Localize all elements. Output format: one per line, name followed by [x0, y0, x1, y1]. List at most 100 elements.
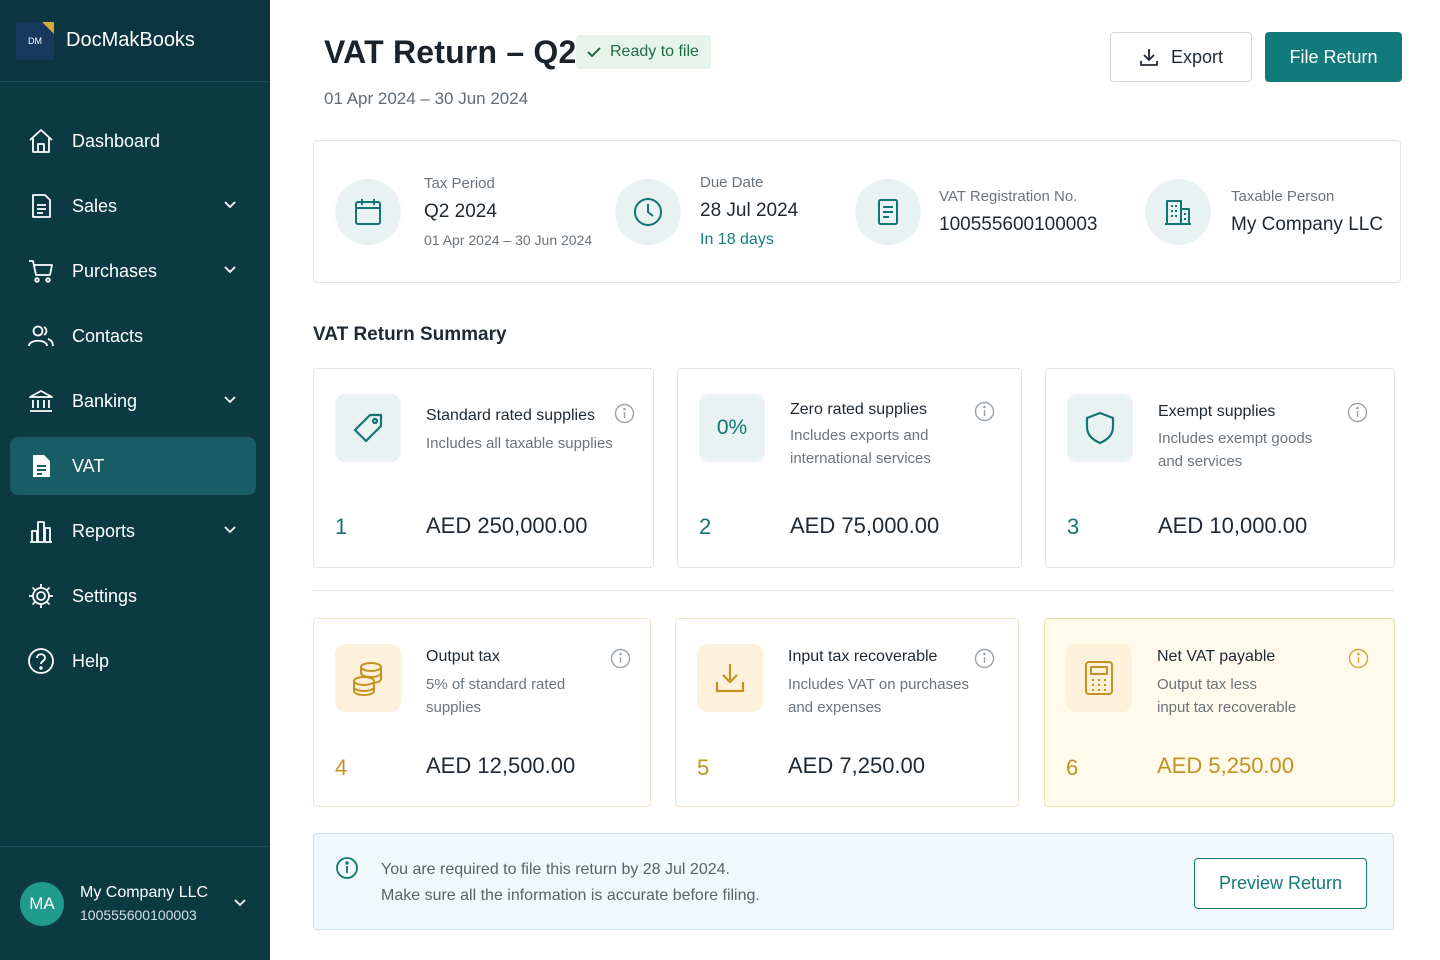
card-amount: 5,250.00 [1208, 753, 1295, 778]
brand[interactable]: DM DocMakBooks [0, 0, 270, 82]
users-icon [26, 321, 56, 351]
sidebar-nav: Dashboard Sales Purchases Contacts Banki… [0, 112, 270, 690]
sidebar-item-settings[interactable]: Settings [10, 567, 256, 625]
page-title: VAT Return – Q2 [324, 34, 577, 70]
card-description-line1: Includes VAT on purchases [788, 676, 969, 693]
chevron-down-icon[interactable] [232, 895, 248, 911]
shield-icon [1067, 394, 1133, 462]
filing-notice: You are required to file this return by … [313, 833, 1394, 930]
export-label: Export [1170, 46, 1224, 67]
sidebar-item-label: VAT [72, 455, 105, 476]
main-content: VAT Return – Q2 Ready to file 01 Apr 202… [270, 0, 1440, 960]
sidebar-item-purchases[interactable]: Purchases [10, 242, 256, 300]
card-amount: 75,000.00 [841, 513, 940, 538]
taxable-person-value: My Company LLC [1231, 213, 1384, 235]
user-profile[interactable]: MA My Company LLC 100555600100003 [0, 846, 270, 960]
card-description-line1: Includes exports and [790, 427, 929, 444]
card-description: Includes all taxable supplies [426, 435, 613, 452]
card-currency: AED [426, 753, 472, 778]
card-title: Exempt supplies [1158, 403, 1276, 420]
sidebar-item-label: Settings [72, 585, 138, 606]
sidebar-item-label: Sales [72, 195, 118, 216]
sidebar-item-label: Help [72, 650, 110, 671]
taxable-person-info: Taxable Person My Company LLC [1145, 141, 1383, 282]
sidebar-item-vat[interactable]: VAT [10, 437, 256, 495]
sidebar-item-label: Reports [72, 520, 136, 541]
document-icon [26, 191, 56, 221]
summary-card-input-tax[interactable]: Input tax recoverable Includes VAT on pu… [675, 618, 1019, 807]
tax-period-label: Tax Period [424, 175, 495, 192]
chevron-down-icon[interactable] [222, 262, 238, 278]
sidebar-item-banking[interactable]: Banking [10, 372, 256, 430]
card-number: 6 [1066, 755, 1079, 780]
due-date-remaining: In 18 days [700, 231, 774, 248]
summary-card-exempt[interactable]: Exempt supplies Includes exempt goods and… [1045, 368, 1395, 568]
card-amount: 250,000.00 [477, 513, 588, 538]
card-amount: 7,250.00 [839, 753, 926, 778]
info-icon[interactable] [1347, 402, 1368, 423]
card-description-line2: and services [1158, 453, 1243, 470]
card-description-line1: 5% of standard rated [426, 676, 566, 693]
brand-logo: DM [16, 21, 54, 60]
card-number: 1 [335, 514, 348, 539]
summary-card-output-tax[interactable]: Output tax 5% of standard rated supplies … [313, 618, 651, 807]
summary-card-net-vat[interactable]: Net VAT payable Output tax less input tax… [1044, 618, 1395, 807]
file-return-button[interactable]: File Return [1265, 32, 1402, 82]
card-description-line2: and expenses [788, 699, 882, 716]
card-title: Zero rated supplies [790, 401, 927, 418]
chevron-down-icon[interactable] [222, 522, 238, 538]
page-period: 01 Apr 2024 – 30 Jun 2024 [324, 89, 529, 108]
preview-return-button[interactable]: Preview Return [1194, 858, 1367, 909]
card-description: Includes exempt goods and services [1158, 427, 1312, 473]
notice-line1: You are required to file this return by … [381, 861, 730, 878]
building-icon [1145, 178, 1211, 245]
sidebar-item-reports[interactable]: Reports [10, 502, 256, 560]
sidebar-item-dashboard[interactable]: Dashboard [10, 112, 256, 170]
tag-icon [335, 394, 401, 462]
card-description: Includes exports and international servic… [790, 424, 931, 470]
sidebar-item-sales[interactable]: Sales [10, 177, 256, 235]
status-badge: Ready to file [576, 35, 711, 69]
sidebar-item-contacts[interactable]: Contacts [10, 307, 256, 365]
sidebar-item-help[interactable]: Help [10, 632, 256, 690]
card-amount: 12,500.00 [477, 753, 576, 778]
card-description: 5% of standard rated supplies [426, 673, 565, 719]
calculator-icon [1066, 644, 1132, 712]
brand-logo-text: DM [28, 35, 42, 46]
card-currency: AED [1157, 753, 1203, 778]
export-button[interactable]: Export [1110, 32, 1252, 82]
summary-card-standard[interactable]: Standard rated supplies Includes all tax… [313, 368, 654, 568]
avatar: MA [20, 881, 64, 926]
check-icon [587, 47, 601, 58]
sidebar-item-label: Banking [72, 390, 138, 411]
vat-registration-info: VAT Registration No. 100555600100003 [855, 141, 1098, 282]
card-description-line1: Output tax less [1157, 676, 1258, 693]
card-number: 2 [699, 514, 712, 539]
card-number: 3 [1067, 514, 1080, 539]
card-amount: 10,000.00 [1209, 513, 1308, 538]
chevron-down-icon[interactable] [222, 392, 238, 408]
sidebar-item-label: Dashboard [72, 130, 161, 151]
chevron-down-icon[interactable] [222, 197, 238, 213]
info-icon[interactable] [974, 401, 995, 422]
coins-icon [335, 644, 401, 712]
tax-period-info: Tax Period Q2 2024 01 Apr 2024 – 30 Jun … [335, 141, 592, 282]
info-icon[interactable] [614, 403, 635, 424]
card-title: Standard rated supplies [426, 407, 595, 424]
notice-line2: Make sure all the information is accurat… [381, 887, 760, 904]
card-number: 5 [697, 755, 710, 780]
section-divider [313, 590, 1394, 591]
info-icon[interactable] [1348, 648, 1369, 669]
file-icon [26, 451, 56, 481]
tax-period-range: 01 Apr 2024 – 30 Jun 2024 [424, 232, 593, 248]
vat-registration-value: 100555600100003 [939, 213, 1098, 235]
summary-card-zero-rated[interactable]: 0% Zero rated supplies Includes exports … [677, 368, 1022, 568]
card-description-line2: supplies [426, 699, 482, 716]
tax-period-value: Q2 2024 [424, 201, 497, 222]
info-icon[interactable] [974, 648, 995, 669]
info-icon[interactable] [610, 648, 631, 669]
vat-registration-label: VAT Registration No. [939, 187, 1078, 205]
user-trn: 100555600100003 [80, 907, 197, 923]
percent-icon: 0% [699, 394, 765, 462]
info-icon [336, 857, 358, 879]
